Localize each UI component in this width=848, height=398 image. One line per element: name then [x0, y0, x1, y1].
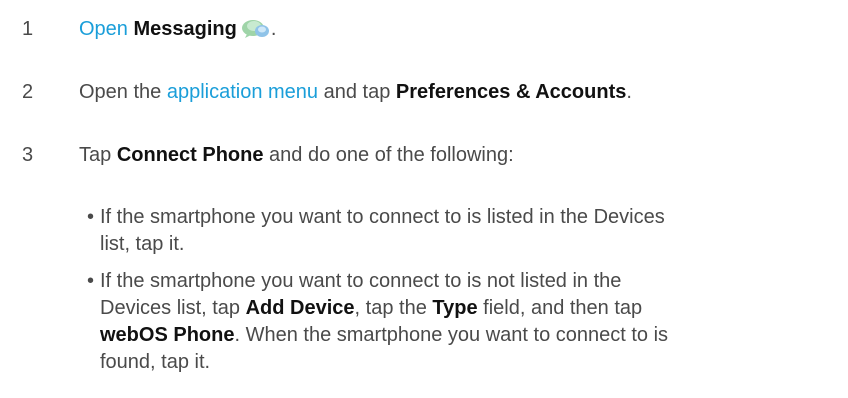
messaging-icon — [241, 19, 269, 38]
text-segment: Open the — [79, 81, 167, 103]
webos-phone-label: webOS Phone — [100, 324, 235, 346]
bullet-line: webOS Phone. When the smartphone you wan… — [100, 322, 780, 349]
type-label: Type — [432, 297, 478, 319]
bullet-item-1: • If the smartphone you want to connect … — [79, 204, 779, 260]
step-number: 1 — [22, 18, 34, 40]
text-segment: field, and then tap — [477, 297, 643, 319]
text-segment: , tap the — [354, 297, 433, 319]
bullet-item-2: • If the smartphone you want to connect … — [79, 268, 779, 380]
period-text: . — [626, 81, 632, 103]
bullet-line: If the smartphone you want to connect to… — [100, 206, 665, 228]
preferences-accounts-label: Preferences & Accounts — [395, 81, 627, 103]
open-link[interactable]: Open — [79, 18, 128, 40]
bullet-dot: • — [87, 206, 95, 228]
step-3: 3 Tap Connect Phone and do one of the fo… — [0, 141, 848, 169]
bullet-line: found, tap it. — [100, 351, 211, 373]
bullet-line: list, tap it. — [100, 233, 185, 255]
text-segment: and tap — [318, 81, 396, 103]
text-segment: Tap — [79, 144, 117, 166]
add-device-label: Add Device — [245, 297, 355, 319]
step-text: Tap Connect Phone and do one of the foll… — [79, 141, 514, 169]
period-text: . — [270, 18, 277, 40]
text-segment: Devices list, tap — [100, 297, 246, 319]
step-2: 2 Open the application menu and tap Pref… — [0, 78, 848, 106]
text-segment: . When the smartphone you want to connec… — [234, 324, 669, 346]
connect-phone-label: Connect Phone — [116, 144, 264, 166]
bullet-line: If the smartphone you want to connect to… — [100, 270, 622, 292]
step-1: 1 Open Messaging . — [0, 15, 848, 43]
text-segment: and do one of the following: — [263, 144, 514, 166]
bullet-line: Devices list, tap Add Device, tap the Ty… — [100, 295, 780, 322]
messaging-label: Messaging — [133, 18, 237, 40]
step-text: Open Messaging . — [79, 15, 276, 43]
bullet-text: If the smartphone you want to connect to… — [100, 204, 780, 258]
step-number: 3 — [22, 144, 34, 166]
bullet-text: If the smartphone you want to connect to… — [100, 268, 780, 376]
bullet-dot: • — [87, 270, 95, 292]
step-number: 2 — [22, 81, 34, 103]
application-menu-link[interactable]: application menu — [167, 81, 318, 103]
step-text: Open the application menu and tap Prefer… — [79, 78, 632, 106]
